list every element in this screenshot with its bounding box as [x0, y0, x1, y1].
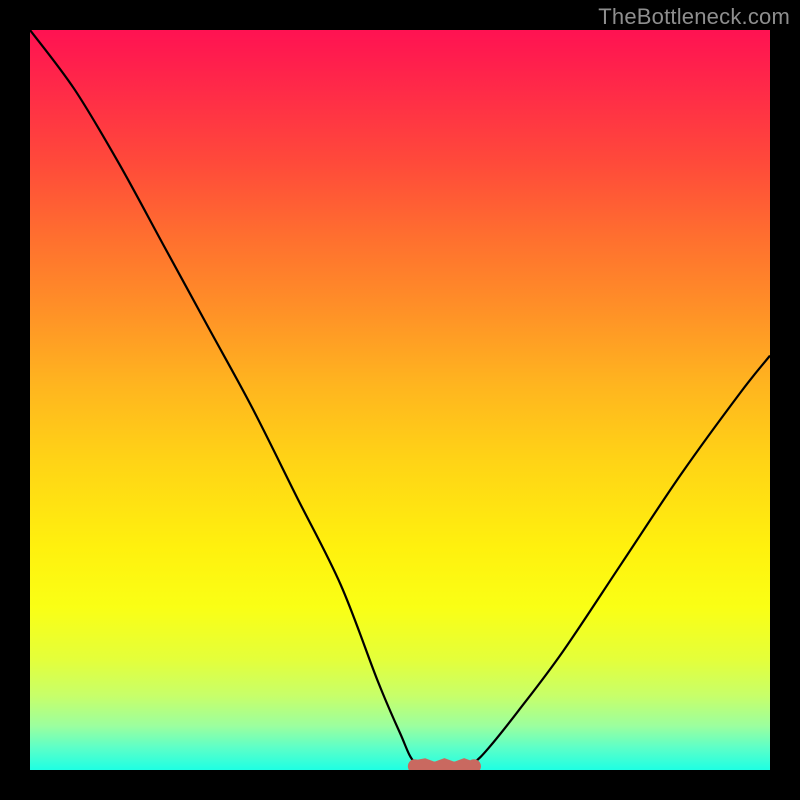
- bottleneck-curve: [30, 30, 770, 770]
- flat-bottom-highlight: [415, 765, 474, 769]
- curve-layer: [30, 30, 770, 770]
- watermark-text: TheBottleneck.com: [598, 4, 790, 30]
- chart-frame: TheBottleneck.com: [0, 0, 800, 800]
